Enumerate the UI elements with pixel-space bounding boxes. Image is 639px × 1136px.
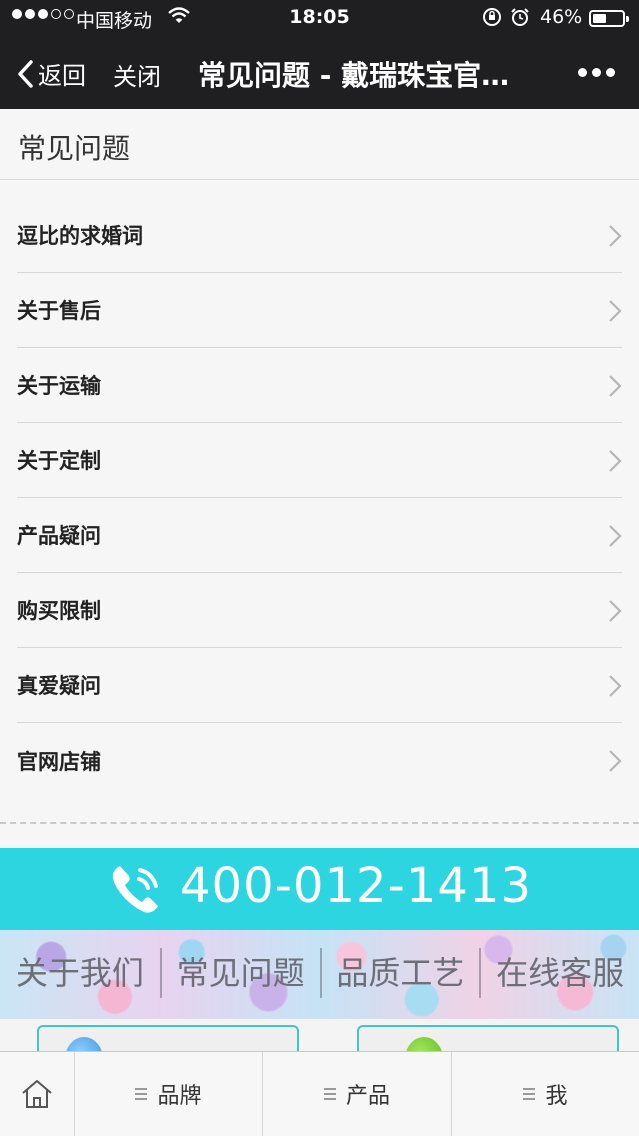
phone-icon <box>112 866 158 913</box>
list-item[interactable]: 关于定制 <box>17 423 622 498</box>
more-options-icon[interactable] <box>578 68 615 77</box>
chevron-left-icon <box>18 59 33 88</box>
page-title: 常见问题 - 戴瑞珠宝官… <box>198 59 510 92</box>
tab-home[interactable] <box>0 1052 74 1136</box>
chevron-right-icon <box>609 450 622 472</box>
tab-brand[interactable]: 品牌 <box>74 1052 262 1136</box>
list-item[interactable]: 购买限制 <box>17 573 622 648</box>
tab-label: 我 <box>545 1084 568 1109</box>
list-item[interactable]: 关于售后 <box>17 273 622 348</box>
battery-icon <box>589 10 629 27</box>
section-heading: 常见问题 <box>18 132 131 165</box>
phone-number: 400-012-1413 <box>180 858 533 914</box>
tab-label: 品牌 <box>157 1084 202 1109</box>
home-icon <box>22 1080 52 1108</box>
list-item-label: 关于售后 <box>17 299 101 323</box>
footer-menu-quality[interactable]: 品质工艺 <box>319 948 480 998</box>
chevron-right-icon <box>609 675 622 697</box>
back-button[interactable]: 返回 <box>16 56 86 91</box>
list-item-label: 产品疑问 <box>17 524 101 548</box>
page-header: 常见问题 <box>0 109 639 180</box>
chevron-right-icon <box>609 600 622 622</box>
list-item[interactable]: 关于运输 <box>17 348 622 423</box>
list-item-label: 关于运输 <box>17 374 101 398</box>
nav-bar: 返回 关闭 常见问题 - 戴瑞珠宝官… <box>0 36 639 109</box>
faq-list: 逗比的求婚词 关于售后 关于运输 关于定制 产品疑问 购买限制 真爱疑问 官网店… <box>17 198 622 798</box>
menu-icon <box>135 1088 148 1100</box>
list-item[interactable]: 真爱疑问 <box>17 648 622 723</box>
list-item-label: 官网店铺 <box>17 749 101 774</box>
list-item-label: 关于定制 <box>17 449 101 473</box>
chevron-right-icon <box>609 750 622 772</box>
list-item-label: 购买限制 <box>17 599 101 623</box>
footer-menu: 关于我们 常见问题 品质工艺 在线客服 <box>0 930 639 1019</box>
list-item-label: 真爱疑问 <box>17 674 101 698</box>
chevron-right-icon <box>609 375 622 397</box>
alarm-icon <box>510 7 530 32</box>
back-label: 返回 <box>38 62 86 90</box>
footer-menu-about[interactable]: 关于我们 <box>0 948 160 998</box>
status-bar: 中国移动 18:05 46% <box>0 0 639 36</box>
menu-icon <box>323 1088 336 1100</box>
close-button[interactable]: 关闭 <box>113 57 161 92</box>
menu-icon <box>523 1088 536 1100</box>
list-item-label: 逗比的求婚词 <box>17 224 143 248</box>
tab-bar: 品牌 产品 我 <box>0 1051 639 1136</box>
battery-percent: 46% <box>540 6 583 28</box>
tab-products[interactable]: 产品 <box>262 1052 451 1136</box>
chevron-right-icon <box>609 225 622 247</box>
list-item[interactable]: 官网店铺 <box>17 723 622 798</box>
tab-label: 产品 <box>345 1084 390 1109</box>
chevron-right-icon <box>609 300 622 322</box>
chevron-right-icon <box>609 525 622 547</box>
rotation-lock-icon <box>482 7 502 32</box>
list-item[interactable]: 产品疑问 <box>17 498 622 573</box>
divider <box>0 822 639 824</box>
footer-menu-faq[interactable]: 常见问题 <box>159 948 320 998</box>
tab-me[interactable]: 我 <box>451 1052 639 1136</box>
list-item[interactable]: 逗比的求婚词 <box>17 198 622 273</box>
footer-menu-support[interactable]: 在线客服 <box>479 948 639 998</box>
phone-banner[interactable]: 400-012-1413 <box>0 848 639 930</box>
